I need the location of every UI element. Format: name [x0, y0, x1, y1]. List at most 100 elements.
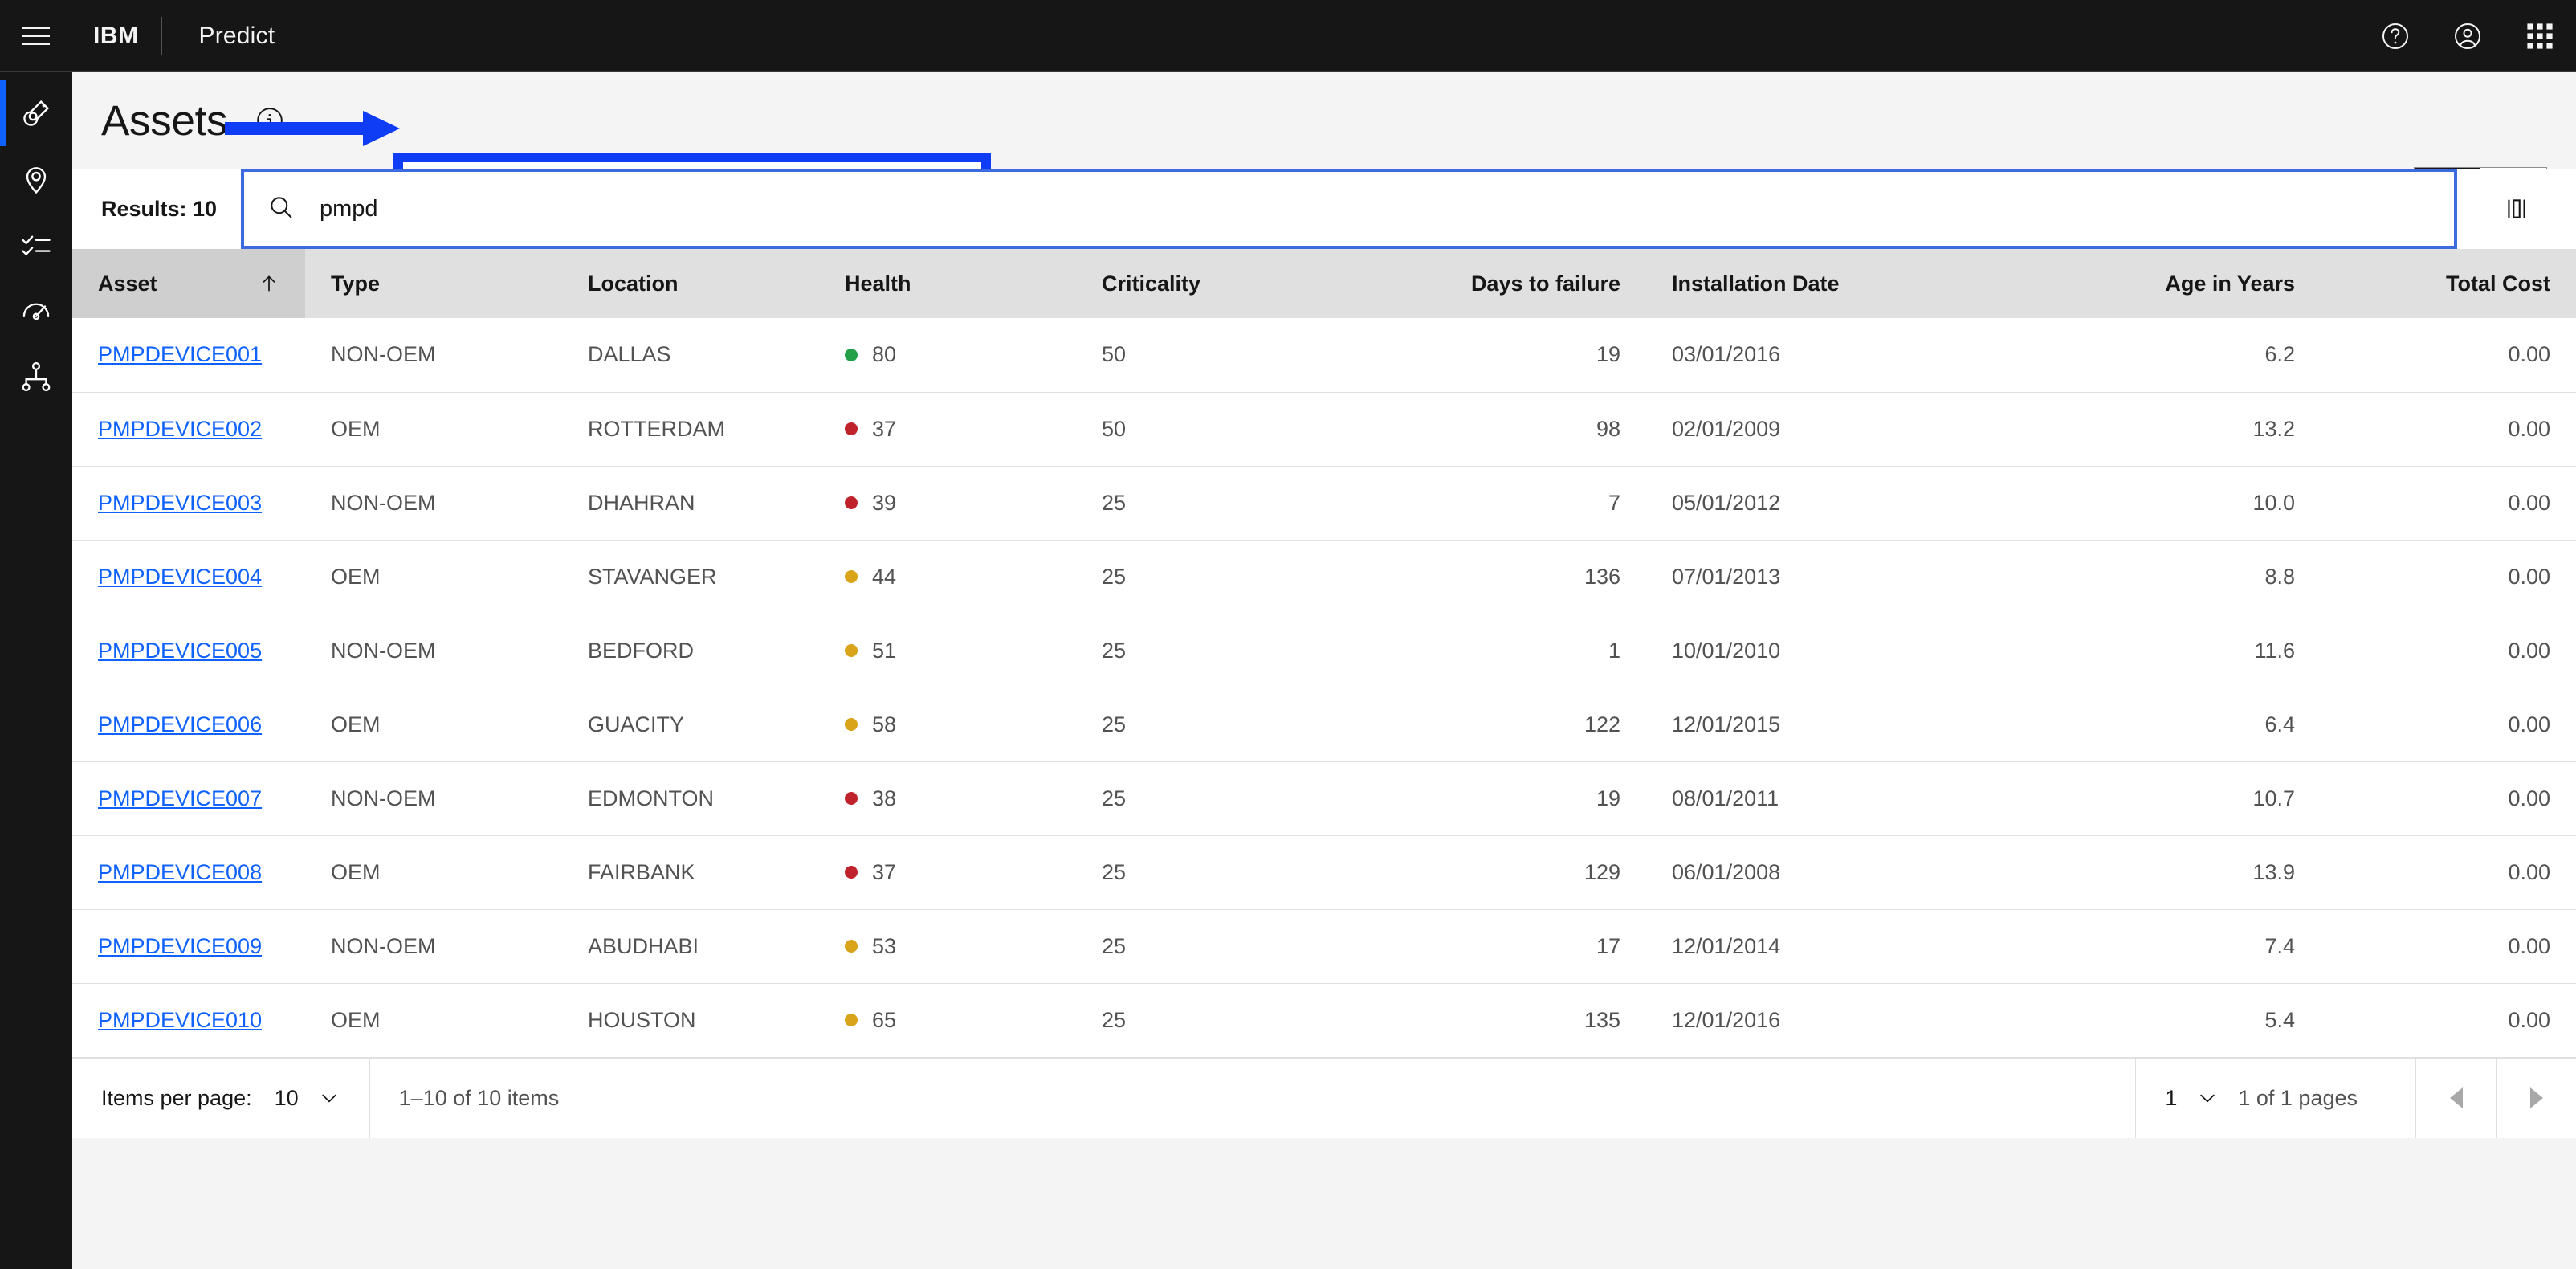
- cell-age-in-years: 6.4: [1983, 688, 2321, 762]
- column-header-label: Asset: [98, 271, 157, 296]
- cell-health: 65: [819, 983, 1076, 1058]
- column-header-age-in-years[interactable]: Age in Years: [1983, 249, 2321, 318]
- cell-asset: PMPDEVICE006: [72, 688, 305, 762]
- hamburger-line: [22, 27, 50, 29]
- cell-installation-date: 07/01/2013: [1646, 540, 1983, 614]
- health-status-dot: [845, 570, 858, 583]
- sidebar-item-hierarchy[interactable]: [0, 344, 72, 410]
- app-grid-icon[interactable]: [2504, 0, 2576, 72]
- asset-link[interactable]: PMPDEVICE009: [98, 934, 262, 958]
- pagination-controls: 1 1 of 1 pages: [2135, 1058, 2576, 1138]
- cell-location: ABUDHABI: [562, 909, 819, 984]
- caret-left-glyph: [2449, 1087, 2463, 1108]
- cell-days-to-failure: 136: [1405, 540, 1646, 614]
- info-icon[interactable]: [255, 105, 285, 136]
- cell-age-in-years: 7.4: [1983, 909, 2321, 984]
- page-title: Assets: [101, 96, 228, 145]
- sort-ascending-icon: [243, 273, 279, 294]
- health-value: 53: [872, 933, 897, 958]
- cell-health: 37: [819, 392, 1076, 467]
- column-header-total-cost[interactable]: Total Cost: [2321, 249, 2576, 318]
- sidebar-item-asset[interactable]: [0, 80, 72, 146]
- asset-link[interactable]: PMPDEVICE004: [98, 565, 262, 589]
- cell-type: NON-OEM: [305, 318, 562, 393]
- sidebar-item-worklist[interactable]: [0, 212, 72, 278]
- column-header-label: Location: [588, 271, 679, 296]
- page-header: Assets s60think22 (private): [72, 72, 2576, 241]
- cell-installation-date: 06/01/2008: [1646, 835, 1983, 910]
- cell-total-cost: 0.00: [2321, 909, 2576, 984]
- cell-installation-date: 02/01/2009: [1646, 392, 1983, 467]
- cell-days-to-failure: 7: [1405, 466, 1646, 541]
- sidebar-item-location[interactable]: [0, 146, 72, 212]
- cell-days-to-failure: 19: [1405, 318, 1646, 393]
- column-settings-icon[interactable]: [2457, 169, 2576, 249]
- cell-location: EDMONTON: [562, 761, 819, 836]
- cell-criticality: 50: [1076, 318, 1405, 393]
- cell-criticality: 25: [1076, 614, 1405, 688]
- table-header-row: Asset Type Location Health Criticality D…: [72, 249, 2576, 318]
- column-header-label: Total Cost: [2446, 271, 2550, 296]
- cell-total-cost: 0.00: [2321, 761, 2576, 836]
- cell-location: DALLAS: [562, 318, 819, 393]
- asset-link[interactable]: PMPDEVICE010: [98, 1008, 262, 1032]
- cell-total-cost: 0.00: [2321, 614, 2576, 688]
- column-header-installation-date[interactable]: Installation Date: [1646, 249, 1983, 318]
- cell-location: HOUSTON: [562, 983, 819, 1058]
- cell-installation-date: 05/01/2012: [1646, 466, 1983, 541]
- column-header-location[interactable]: Location: [562, 249, 819, 318]
- column-header-days-to-failure[interactable]: Days to failure: [1405, 249, 1646, 318]
- health-value: 51: [872, 638, 897, 663]
- cell-type: NON-OEM: [305, 761, 562, 836]
- page-number-select[interactable]: 1 1 of 1 pages: [2135, 1058, 2415, 1138]
- items-per-page-select[interactable]: 10: [275, 1086, 340, 1111]
- help-icon[interactable]: [2359, 0, 2431, 72]
- chevron-down-icon: [321, 1094, 336, 1103]
- asset-link[interactable]: PMPDEVICE006: [98, 712, 262, 737]
- brand-ibm[interactable]: IBM: [72, 22, 161, 50]
- cell-age-in-years: 13.2: [1983, 392, 2321, 467]
- cell-type: OEM: [305, 540, 562, 614]
- cell-age-in-years: 10.7: [1983, 761, 2321, 836]
- app-name[interactable]: Predict: [162, 22, 275, 50]
- cell-location: GUACITY: [562, 688, 819, 762]
- column-header-type[interactable]: Type: [305, 249, 562, 318]
- cell-criticality: 50: [1076, 392, 1405, 467]
- column-header-label: Health: [845, 271, 911, 296]
- hamburger-menu-icon[interactable]: [0, 0, 72, 72]
- hamburger-line: [22, 43, 50, 45]
- cell-asset: PMPDEVICE008: [72, 835, 305, 910]
- asset-link[interactable]: PMPDEVICE008: [98, 860, 262, 884]
- search-input[interactable]: [320, 195, 2454, 222]
- cell-days-to-failure: 1: [1405, 614, 1646, 688]
- column-header-criticality[interactable]: Criticality: [1076, 249, 1405, 318]
- table-row: PMPDEVICE006 OEM GUACITY 58 25 122 12/01/2015 6…: [72, 688, 2576, 762]
- cell-health: 38: [819, 761, 1076, 836]
- column-header-asset[interactable]: Asset: [72, 249, 305, 318]
- health-value: 39: [872, 490, 897, 515]
- asset-link[interactable]: PMPDEVICE007: [98, 786, 262, 810]
- cell-age-in-years: 10.0: [1983, 466, 2321, 541]
- column-header-health[interactable]: Health: [819, 249, 1076, 318]
- cell-days-to-failure: 135: [1405, 983, 1646, 1058]
- cell-health: 80: [819, 318, 1076, 393]
- cell-total-cost: 0.00: [2321, 318, 2576, 393]
- table-row: PMPDEVICE007 NON-OEM EDMONTON 38 25 19 08/01/2…: [72, 761, 2576, 836]
- cell-asset: PMPDEVICE004: [72, 540, 305, 614]
- column-header-label: Criticality: [1102, 271, 1201, 296]
- cell-days-to-failure: 129: [1405, 835, 1646, 910]
- caret-left-icon[interactable]: [2415, 1058, 2496, 1138]
- cell-location: FAIRBANK: [562, 835, 819, 910]
- asset-link[interactable]: PMPDEVICE005: [98, 639, 262, 663]
- health-value: 58: [872, 712, 897, 737]
- health-status-dot: [845, 422, 858, 435]
- asset-link[interactable]: PMPDEVICE002: [98, 417, 262, 441]
- asset-link[interactable]: PMPDEVICE003: [98, 491, 262, 515]
- caret-right-icon[interactable]: [2496, 1058, 2576, 1138]
- user-avatar-icon[interactable]: [2431, 0, 2504, 72]
- cell-age-in-years: 8.8: [1983, 540, 2321, 614]
- pagination-bar: Items per page: 10 1–10 of 10 items 1 1 …: [72, 1057, 2576, 1138]
- asset-link[interactable]: PMPDEVICE001: [98, 342, 262, 366]
- table-row: PMPDEVICE004 OEM STAVANGER 44 25 136 07/01/201…: [72, 540, 2576, 614]
- sidebar-item-monitor[interactable]: [0, 278, 72, 344]
